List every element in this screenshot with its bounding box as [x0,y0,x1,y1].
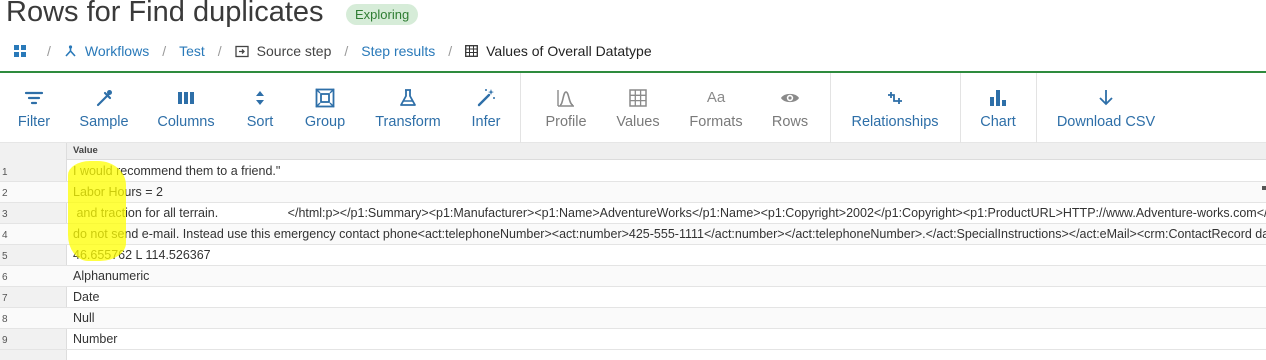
sort-icon [256,91,264,105]
row-number: 9 [2,335,8,346]
column-header-value[interactable]: Value [67,143,1266,160]
bar-chart-icon [990,90,1006,106]
cell-value: 46.655762 L 114.526367 [73,248,211,262]
table-row[interactable]: 8 Null [0,308,1266,329]
table-row[interactable]: 2 Labor Hours = 2 [0,182,1266,203]
download-csv-button[interactable]: Download CSV [1054,73,1158,143]
toolbar-separator [830,73,831,143]
values-grid-icon [629,89,647,107]
transform-button[interactable]: Transform [368,73,448,143]
cell-value: do not send e-mail. Instead use this eme… [73,227,1266,241]
table-row[interactable]: 3 and traction for all terrain. </html:p… [0,203,1266,224]
row-number: 5 [2,251,8,262]
toolbar-separator [520,73,521,143]
cell-value: Alphanumeric [73,269,150,283]
values-label: Values [616,114,660,130]
columns-icon [178,92,194,104]
chart-label: Chart [980,114,1016,130]
breadcrumb-step-results[interactable]: Step results [361,43,435,59]
relationships-label: Relationships [851,114,939,130]
toolbar: Filter Sample Columns Sort Group Transfo… [0,73,1266,143]
row-number: 7 [2,293,8,304]
group-button[interactable]: Group [298,73,352,143]
table-row[interactable]: 9 Number [0,329,1266,350]
data-grid: Value 1 I would recommend them to a frie… [0,143,1266,360]
breadcrumb-separator: / [162,43,167,59]
breadcrumb-current: Values of Overall Datatype [486,43,652,59]
columns-label: Columns [157,114,215,130]
table-row[interactable]: 5 46.655762 L 114.526367 [0,245,1266,266]
breadcrumb-separator: / [217,43,222,59]
page-header: Rows for Find duplicates Exploring / Wor… [0,0,1266,72]
cell-value: Date [73,290,100,304]
row-number: 6 [2,272,8,283]
rows-label: Rows [771,114,809,130]
cell-value: Null [73,311,95,325]
group-label: Group [304,114,346,130]
filter-label: Filter [17,114,51,130]
status-badge: Exploring [346,4,419,25]
source-step-icon [235,45,249,57]
values-button[interactable]: Values [612,73,664,143]
row-number: 3 [2,209,8,220]
sort-label: Sort [246,114,274,130]
workflow-icon [65,44,76,57]
filter-button[interactable]: Filter [8,73,60,143]
relationships-icon [888,92,902,104]
magic-wand-icon [477,89,495,107]
relationships-button[interactable]: Relationships [846,73,944,143]
breadcrumb-separator: / [47,43,51,59]
page-title: Rows for Find duplicates [6,0,324,28]
infer-label: Infer [471,114,501,130]
columns-button[interactable]: Columns [152,73,220,143]
eye-icon [781,93,799,103]
breadcrumb-separator: / [344,43,349,59]
group-icon [315,88,335,108]
table-icon [465,45,479,57]
sample-label: Sample [79,114,129,130]
chart-button[interactable]: Chart [974,73,1022,143]
grid-home-icon[interactable] [14,45,26,57]
profile-curve-icon [557,90,574,107]
yellow-highlight-annotation [68,161,126,261]
flask-icon [400,89,416,106]
row-number: 4 [2,230,8,241]
breadcrumb-source-step[interactable]: Source step [257,43,332,59]
row-number: 8 [2,314,8,325]
cell-value: and traction for all terrain. </html:p><… [73,206,1266,220]
rows-button[interactable]: Rows [766,73,814,143]
download-csv-label: Download CSV [1056,114,1156,130]
eyedropper-icon [96,90,112,107]
transform-label: Transform [375,114,441,130]
profile-button[interactable]: Profile [538,73,594,143]
toolbar-separator [960,73,961,143]
table-row[interactable]: 4 do not send e-mail. Instead use this e… [0,224,1266,245]
row-number: 1 [2,167,8,178]
profile-label: Profile [545,114,587,130]
row-number: 2 [2,188,8,199]
scrollbar-marker[interactable] [1262,186,1266,190]
cell-value: I would recommend them to a friend." [73,164,281,178]
table-row[interactable]: 6 Alphanumeric [0,266,1266,287]
formats-icon: Aa [706,89,726,106]
breadcrumb: / Workflows / Test / Source step / Step … [14,42,652,60]
cell-value: Labor Hours = 2 [73,185,163,199]
infer-button[interactable]: Infer [464,73,508,143]
breadcrumb-separator: / [448,43,453,59]
table-row[interactable]: 7 Date [0,287,1266,308]
cell-value: Number [73,332,118,346]
sort-button[interactable]: Sort [238,73,282,143]
filter-icon [24,91,44,105]
column-header-label: Value [73,145,98,156]
table-row[interactable]: 1 I would recommend them to a friend." [0,161,1266,182]
formats-label: Formats [689,114,743,130]
breadcrumb-workflows[interactable]: Workflows [85,43,149,59]
formats-button[interactable]: Aa Formats [684,73,748,143]
download-arrow-icon [1099,90,1113,106]
toolbar-separator [1036,73,1037,143]
sample-button[interactable]: Sample [74,73,134,143]
breadcrumb-test[interactable]: Test [179,43,205,59]
